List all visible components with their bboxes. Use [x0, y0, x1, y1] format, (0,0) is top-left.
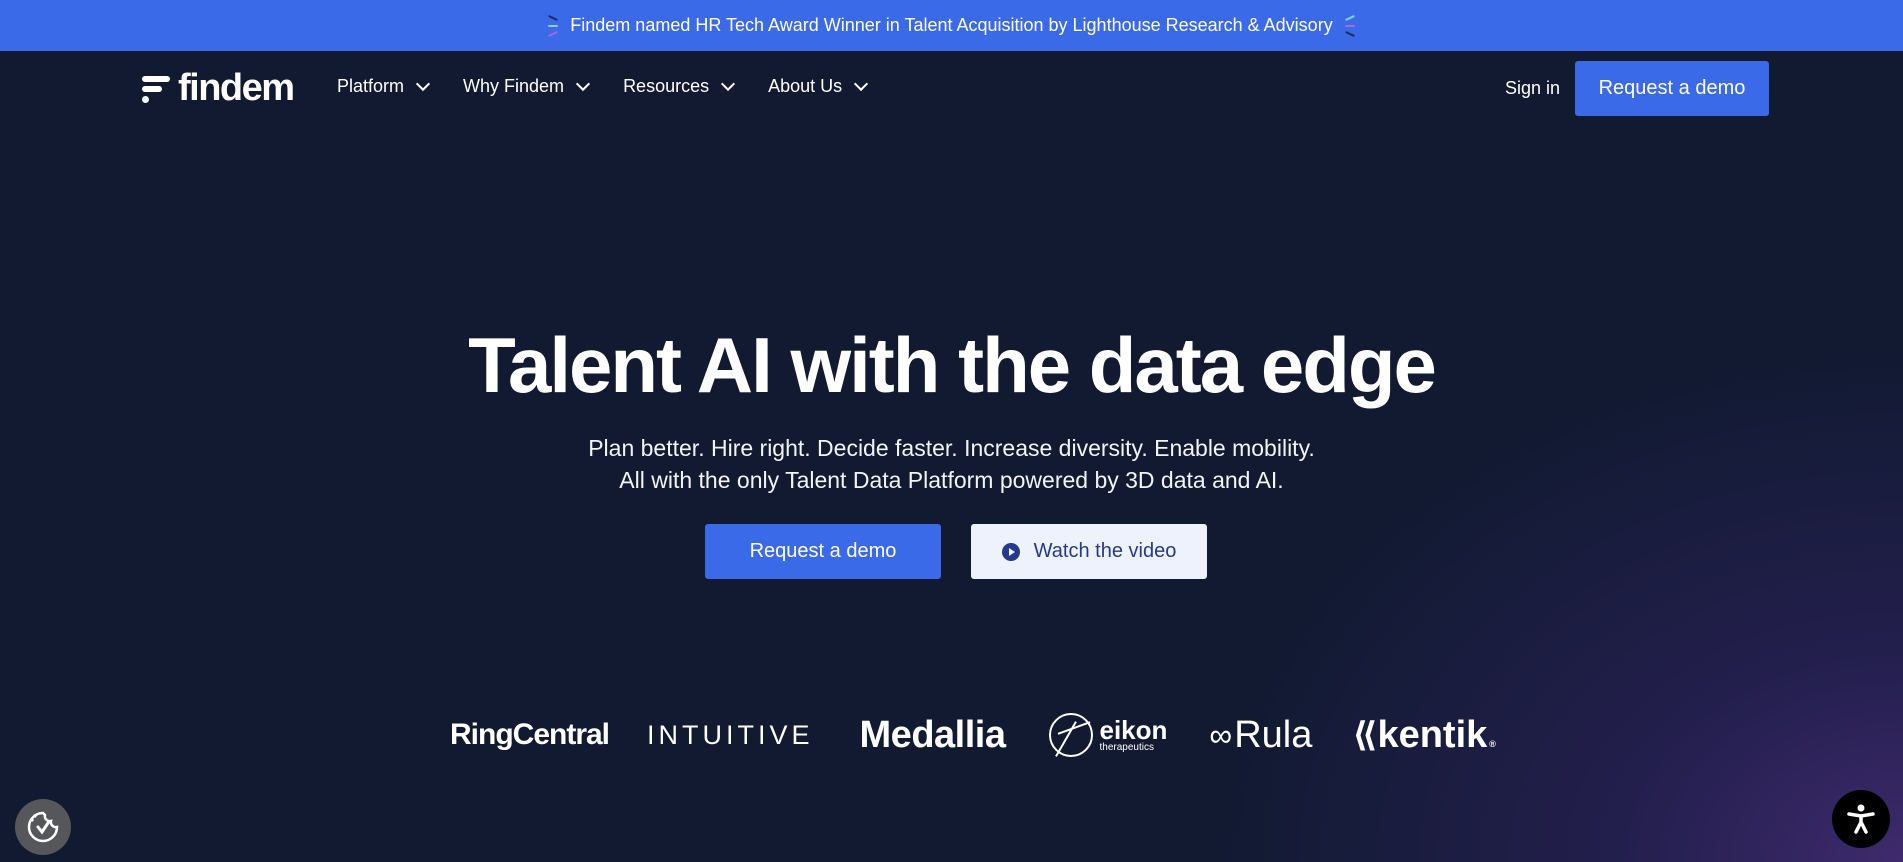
nav-item-label: Resources [623, 76, 710, 96]
kentik-chevrons-icon: ⟨⟨ [1352, 716, 1377, 754]
eikon-therapeutics-logo: eikon therapeutics [1049, 713, 1167, 757]
kentik-logo: ⟨⟨ kentik ® [1352, 714, 1496, 757]
eikon-sub-text: therapeutics [1099, 742, 1154, 753]
nav-item-label: Why Findem [463, 76, 565, 96]
customer-logos: RingCentral INTUITIVE Medallia eikon the… [450, 705, 1536, 765]
nav-item-label: Platform [337, 76, 405, 96]
sparkle-left-icon [546, 13, 560, 39]
nav-item-label: About Us [768, 76, 843, 96]
rula-logo: ∞ Rula [1209, 714, 1312, 757]
findem-logo-mark-icon [142, 72, 172, 104]
hero-request-demo-button[interactable]: Request a demo [705, 524, 941, 579]
eikon-main-text: eikon [1099, 715, 1168, 745]
hero-subtitle-line-2: All with the only Talent Data Platform p… [619, 467, 1284, 493]
watch-video-button[interactable]: Watch the video [971, 524, 1207, 579]
nav-request-demo-button[interactable]: Request a demo [1575, 61, 1769, 116]
sparkle-right-icon [1343, 13, 1357, 39]
eikon-mark-icon [1049, 713, 1094, 757]
watch-video-label: Watch the video [1033, 540, 1177, 562]
nav-item-about-us[interactable]: About Us [768, 76, 869, 97]
nav-item-why-findem[interactable]: Why Findem [463, 76, 591, 97]
findem-logo[interactable]: findem [142, 67, 295, 109]
chevron-down-icon [721, 76, 736, 91]
chevron-down-icon [415, 76, 431, 91]
accessibility-person-icon [1847, 804, 1875, 834]
medallia-logo: Medallia [859, 713, 1006, 756]
kentik-wordmark: kentik [1377, 713, 1488, 756]
cookie-check-icon [27, 811, 59, 843]
rula-wordmark: Rula [1234, 713, 1313, 756]
chevron-down-icon [575, 76, 591, 91]
logo-text: findem [178, 67, 295, 109]
nav-item-resources[interactable]: Resources [623, 76, 736, 97]
play-icon [1001, 542, 1020, 561]
hero-title: Talent AI with the data edge [468, 321, 1437, 409]
eikon-wordmark: eikon therapeutics [1099, 717, 1167, 753]
announcement-text[interactable]: Findem named HR Tech Award Winner in Tal… [570, 15, 1332, 36]
registered-icon: ® [1489, 738, 1496, 749]
hero-subtitle: Plan better. Hire right. Decide faster. … [0, 432, 1903, 496]
cookie-consent-button[interactable] [15, 799, 71, 855]
accessibility-button[interactable] [1832, 790, 1890, 848]
announcement-banner[interactable]: Findem named HR Tech Award Winner in Tal… [0, 0, 1903, 51]
nav-item-platform[interactable]: Platform [337, 76, 431, 97]
intuitive-logo: INTUITIVE [647, 719, 814, 750]
sign-in-link[interactable]: Sign in [1505, 78, 1560, 99]
rula-knot-icon: ∞ [1209, 716, 1233, 753]
main-nav: findem Platform Why Findem Resources Abo… [0, 51, 1903, 127]
hero-actions: Request a demo Watch the video [705, 524, 1207, 579]
ringcentral-logo: RingCentral [450, 718, 610, 751]
chevron-down-icon [854, 76, 869, 91]
nav-menu: Platform Why Findem Resources About Us [337, 76, 901, 97]
hero-subtitle-line-1: Plan better. Hire right. Decide faster. … [588, 435, 1315, 461]
